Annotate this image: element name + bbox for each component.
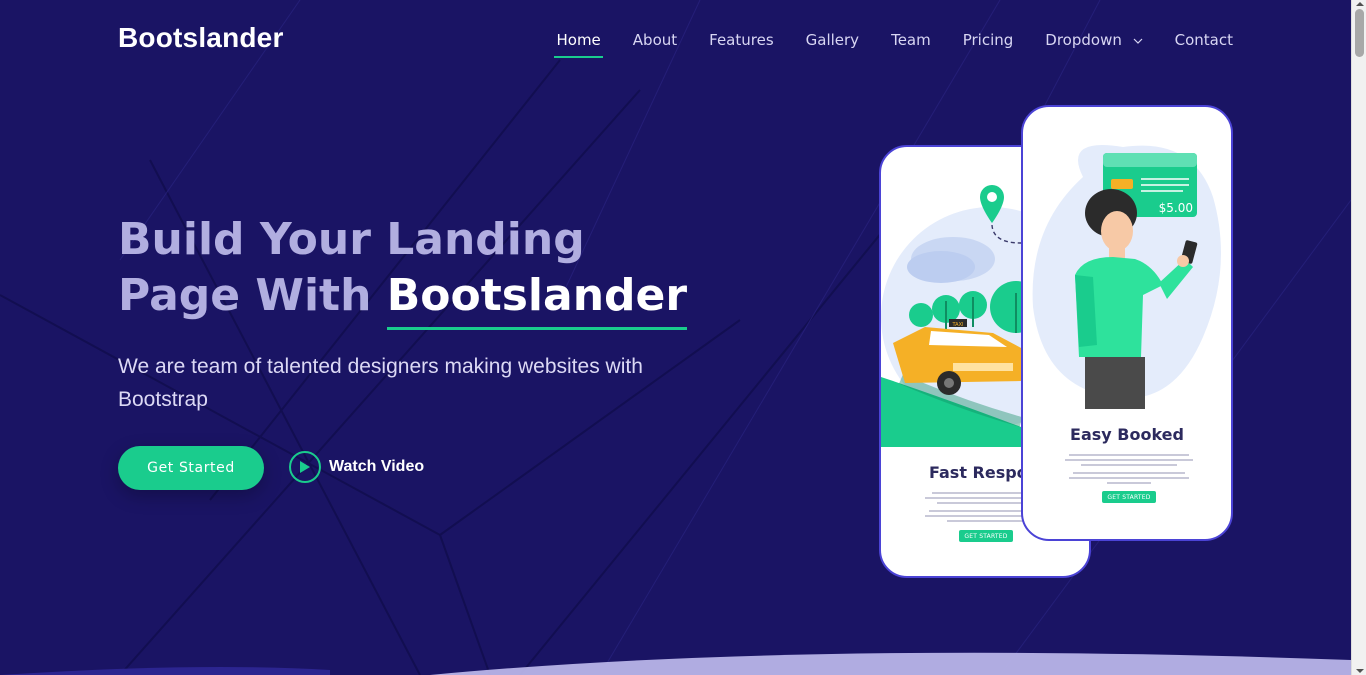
phone-right-title: Easy Booked bbox=[1070, 425, 1184, 444]
nav-item-label: Gallery bbox=[805, 31, 860, 49]
nav-item-home[interactable]: Home bbox=[540, 30, 616, 58]
scrollbar-thumb[interactable] bbox=[1355, 9, 1364, 57]
nav-item-gallery[interactable]: Gallery bbox=[790, 30, 875, 50]
hero-title-prefix: Page With bbox=[118, 270, 372, 321]
play-icon bbox=[289, 451, 321, 483]
nav-item-pricing[interactable]: Pricing bbox=[947, 30, 1030, 50]
main-nav: Home About Features Gallery Team Pricing… bbox=[540, 30, 1233, 58]
nav-item-label: About bbox=[632, 31, 678, 49]
nav-item-label: Contact bbox=[1174, 31, 1233, 49]
nav-item-about[interactable]: About bbox=[617, 30, 693, 50]
nav-item-label: Features bbox=[709, 31, 774, 49]
phone-right-get-started-button: GET STARTED bbox=[1102, 491, 1156, 503]
hero-title-brand: Bootslander bbox=[386, 268, 688, 330]
nav-item-label: Home bbox=[556, 31, 601, 49]
nav-item-label: Dropdown bbox=[1045, 31, 1122, 49]
nav-item-label: Team bbox=[891, 31, 931, 49]
hero-title-line1: Build Your Landing bbox=[118, 214, 585, 265]
site-header: Bootslander Home About Features Gallery … bbox=[0, 0, 1351, 80]
scroll-down-icon[interactable] bbox=[1356, 669, 1364, 673]
phone-left-get-started-button: GET STARTED bbox=[959, 530, 1013, 542]
watch-video-label: Watch Video bbox=[329, 458, 425, 475]
phone-mockup-easy-booked: $5.00 Easy Booked GET STARTED bbox=[1021, 105, 1233, 541]
scroll-up-icon[interactable] bbox=[1356, 2, 1364, 6]
taxi-sign-text: TAXI bbox=[952, 322, 964, 328]
booking-illustration: $5.00 bbox=[1032, 145, 1221, 409]
ticket-price: $5.00 bbox=[1159, 201, 1193, 215]
phone-right-lorem bbox=[1059, 451, 1199, 487]
watch-video-link[interactable]: Watch Video bbox=[289, 451, 424, 483]
chevron-down-icon bbox=[1133, 38, 1143, 44]
site-logo[interactable]: Bootslander bbox=[118, 22, 284, 54]
hero-title: Build Your Landing Page With Bootslander bbox=[118, 212, 718, 330]
nav-item-label: Pricing bbox=[962, 31, 1014, 49]
nav-item-team[interactable]: Team bbox=[875, 30, 947, 50]
nav-item-features[interactable]: Features bbox=[693, 30, 790, 50]
page-scrollbar[interactable] bbox=[1351, 0, 1366, 675]
get-started-button[interactable]: Get Started bbox=[118, 446, 264, 490]
nav-item-dropdown[interactable]: Dropdown bbox=[1029, 30, 1158, 50]
nav-item-contact[interactable]: Contact bbox=[1159, 30, 1233, 50]
hero-subtitle: We are team of talented designers making… bbox=[118, 355, 643, 411]
